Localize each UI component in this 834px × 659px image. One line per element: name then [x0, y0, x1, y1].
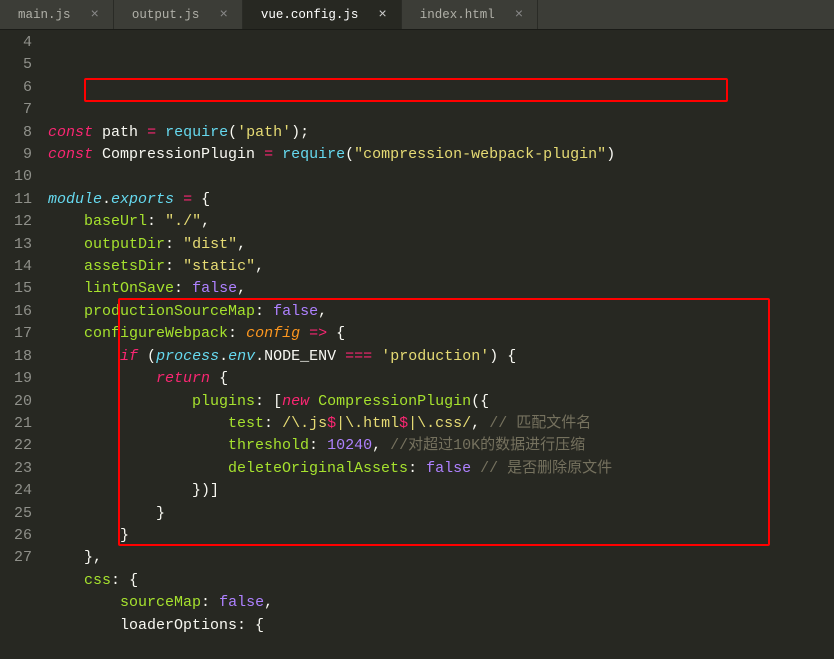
code-line: } — [48, 527, 129, 544]
code-line — [48, 101, 57, 118]
code-line: const CompressionPlugin = require("compr… — [48, 146, 615, 163]
tab-output-js[interactable]: output.js × — [114, 0, 243, 29]
code-line: css: { — [48, 572, 138, 589]
line-number: 15 — [0, 278, 32, 300]
line-gutter: 4567891011121314151617181920212223242526… — [0, 30, 42, 577]
tab-index-html[interactable]: index.html × — [402, 0, 538, 29]
code-line: outputDir: "dist", — [48, 236, 246, 253]
line-number: 13 — [0, 234, 32, 256]
tab-label: output.js — [132, 8, 200, 22]
code-line: baseUrl: "./", — [48, 213, 210, 230]
line-number: 4 — [0, 32, 32, 54]
highlight-box-1 — [84, 78, 728, 102]
code-line: lintOnSave: false, — [48, 280, 246, 297]
code-line: const path = require('path'); — [48, 124, 309, 141]
code-line: assetsDir: "static", — [48, 258, 264, 275]
line-number: 11 — [0, 189, 32, 211]
tab-bar: main.js × output.js × vue.config.js × in… — [0, 0, 834, 30]
line-number: 27 — [0, 547, 32, 569]
tab-label: vue.config.js — [261, 8, 359, 22]
code-line: })] — [48, 482, 219, 499]
code-line: loaderOptions: { — [48, 617, 264, 634]
line-number: 23 — [0, 458, 32, 480]
tab-vue-config-js[interactable]: vue.config.js × — [243, 0, 402, 29]
line-number: 5 — [0, 54, 32, 76]
code-line: deleteOriginalAssets: false // 是否删除原文件 — [48, 460, 612, 477]
line-number: 12 — [0, 211, 32, 233]
code-line: threshold: 10240, //对超过10K的数据进行压缩 — [48, 437, 585, 454]
tab-main-js[interactable]: main.js × — [0, 0, 114, 29]
editor: 4567891011121314151617181920212223242526… — [0, 30, 834, 577]
code-line: }, — [48, 549, 102, 566]
tab-label: index.html — [420, 8, 495, 22]
code-area[interactable]: const path = require('path'); const Comp… — [42, 30, 834, 577]
line-number: 18 — [0, 346, 32, 368]
line-number: 21 — [0, 413, 32, 435]
code-line: } — [48, 505, 165, 522]
line-number: 24 — [0, 480, 32, 502]
line-number: 6 — [0, 77, 32, 99]
line-number: 17 — [0, 323, 32, 345]
code-line: productionSourceMap: false, — [48, 303, 327, 320]
line-number: 26 — [0, 525, 32, 547]
close-icon[interactable]: × — [91, 7, 99, 23]
code-line: configureWebpack: config => { — [48, 325, 345, 342]
line-number: 8 — [0, 122, 32, 144]
line-number: 14 — [0, 256, 32, 278]
code-line: module.exports = { — [48, 191, 210, 208]
line-number: 9 — [0, 144, 32, 166]
close-icon[interactable]: × — [219, 7, 227, 23]
code-line — [48, 168, 57, 185]
line-number: 20 — [0, 391, 32, 413]
line-number: 16 — [0, 301, 32, 323]
code-line: test: /\.js$|\.html$|\.css/, // 匹配文件名 — [48, 415, 591, 432]
close-icon[interactable]: × — [515, 7, 523, 23]
line-number: 22 — [0, 435, 32, 457]
code-line: sourceMap: false, — [48, 594, 273, 611]
line-number: 19 — [0, 368, 32, 390]
close-icon[interactable]: × — [378, 7, 386, 23]
code-line: return { — [48, 370, 228, 387]
line-number: 10 — [0, 166, 32, 188]
line-number: 25 — [0, 503, 32, 525]
code-line: plugins: [new CompressionPlugin({ — [48, 393, 489, 410]
code-line: if (process.env.NODE_ENV === 'production… — [48, 348, 516, 365]
line-number: 7 — [0, 99, 32, 121]
tab-label: main.js — [18, 8, 71, 22]
